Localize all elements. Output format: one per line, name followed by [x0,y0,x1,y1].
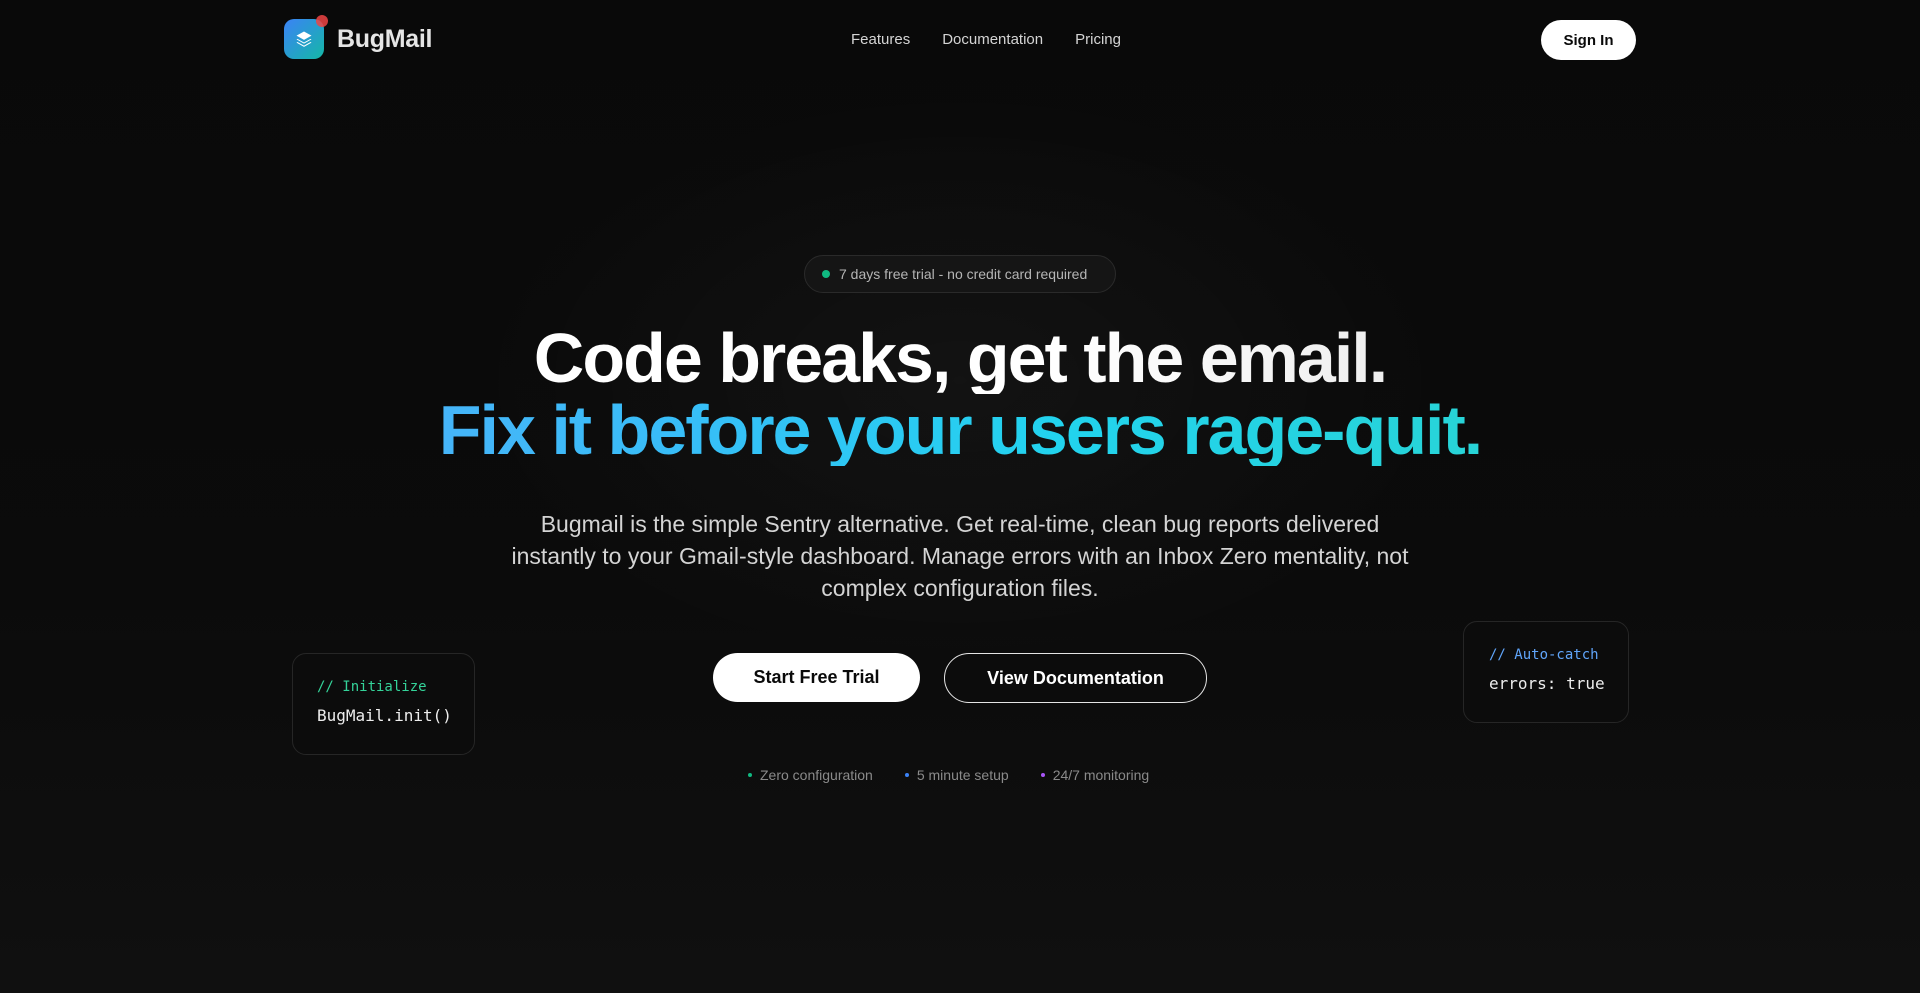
feature-item: 5 minute setup [904,767,1009,783]
hero-subcopy: Bugmail is the simple Sentry alternative… [511,511,1409,601]
sign-in-button[interactable]: Sign In [1541,20,1636,60]
feature-item: 24/7 monitoring [1040,767,1150,783]
hero-headline: Code breaks, get the email. Fix it befor… [0,322,1920,466]
bullet-dot [1040,773,1045,777]
code-comment: // Auto-catch [1489,647,1599,663]
feature-label: Zero configuration [760,767,873,783]
feature-list: Zero configuration 5 minute setup 24/7 m… [748,767,1149,783]
trial-badge-text: 7 days free trial - no credit card requi… [839,266,1088,282]
nav-link-features[interactable]: Features [851,30,910,50]
notification-dot [316,15,328,27]
brand-logo-link[interactable]: BugMail [284,15,433,59]
view-documentation-button[interactable]: View Documentation [944,653,1207,703]
trial-badge: 7 days free trial - no credit card requi… [804,255,1116,293]
nav-links: Features Documentation Pricing [851,30,1121,50]
layers-icon [296,31,312,47]
headline-line-2: Fix it before your users rage-quit. [0,394,1920,466]
headline-line-1: Code breaks, get the email. [0,322,1920,394]
feature-item: Zero configuration [748,767,873,783]
bullet-dot [748,773,752,777]
status-dot [822,270,830,278]
feature-label: 5 minute setup [916,767,1009,783]
code-card-initialize: // Initialize BugMail.init() [292,653,475,755]
brand-name: BugMail [337,24,433,53]
code-snippet: BugMail.init() [317,706,452,725]
bullet-dot [904,773,909,777]
logo-badge [284,15,328,59]
top-nav: BugMail Features Documentation Pricing S… [0,0,1920,80]
feature-label: 24/7 monitoring [1052,767,1150,783]
code-snippet: errors: true [1489,674,1605,693]
code-comment: // Initialize [317,679,427,695]
nav-link-documentation[interactable]: Documentation [942,30,1043,50]
code-card-auto-catch: // Auto-catch errors: true [1463,621,1629,723]
nav-link-pricing[interactable]: Pricing [1075,30,1121,50]
landing-page: BugMail Features Documentation Pricing S… [0,0,1920,993]
start-free-trial-button[interactable]: Start Free Trial [713,653,920,702]
